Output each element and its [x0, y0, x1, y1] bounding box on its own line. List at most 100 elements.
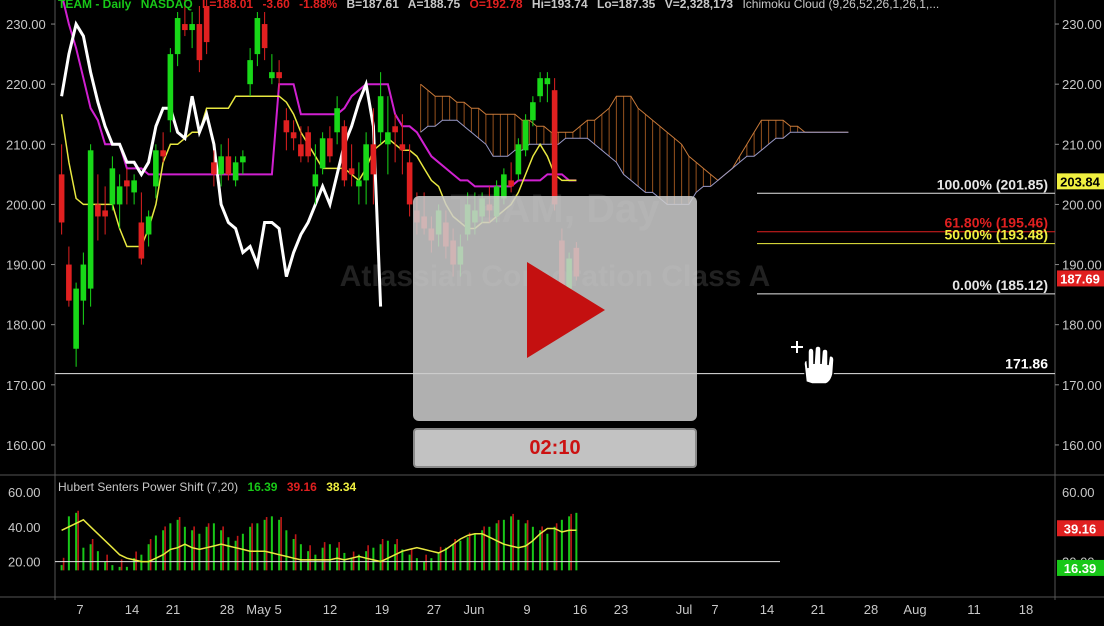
indicator-header: Hubert Senters Power Shift (7,20) 16.39 …	[58, 480, 362, 494]
date-tick-label: May 5	[246, 602, 281, 617]
date-tick-label: Jun	[464, 602, 485, 617]
date-tick-label: 27	[427, 602, 441, 617]
date-tick-label: 9	[523, 602, 530, 617]
change-value: -3.60	[262, 0, 290, 11]
video-timer: 02:10	[413, 428, 697, 468]
price-tag-label: 187.69	[1060, 271, 1100, 286]
candle-body	[530, 102, 536, 121]
fib-label: 50.00% (193.48)	[944, 227, 1048, 243]
ask-price: A=188.75	[407, 0, 461, 11]
candle-body	[501, 174, 507, 199]
date-tick-label: 28	[864, 602, 878, 617]
last-price: L=188.01	[202, 0, 254, 11]
bid-price: B=187.61	[346, 0, 399, 11]
symbol-label: TEAM - Daily	[58, 0, 132, 11]
date-tick-label: 14	[760, 602, 774, 617]
candle-body	[254, 18, 261, 55]
candle-body	[109, 168, 116, 205]
candle-body	[312, 174, 319, 187]
date-tick-label: 28	[220, 602, 234, 617]
candle-body	[551, 90, 558, 205]
candle-body	[153, 150, 159, 187]
candle-body	[319, 138, 326, 169]
price-tick-label-left: 210.00	[6, 137, 46, 152]
candle-body	[225, 156, 232, 175]
candle-body	[196, 24, 203, 61]
date-tick-label: 23	[614, 602, 628, 617]
date-tick-label: 18	[1019, 602, 1033, 617]
indicator-tick-left: 40.00	[8, 520, 41, 535]
volume: V=2,328,173	[664, 0, 734, 11]
study-label: Ichimoku Cloud (9,26,52,26,1,26,1,...	[742, 0, 940, 11]
candle-body	[261, 24, 268, 49]
chart-window: 230.00 230.00 220.00 220.00 210.00 210.00 200.…	[0, 0, 1104, 621]
date-tick-label: 14	[125, 602, 139, 617]
price-tick-label-left: 200.00	[6, 197, 46, 212]
candle-body	[131, 180, 137, 193]
low-price: Lo=187.35	[596, 0, 656, 11]
fib-label: 0.00% (185.12)	[952, 277, 1048, 293]
candle-body	[247, 60, 253, 85]
candle-body	[95, 204, 101, 217]
price-tick-label-left: 220.00	[6, 77, 46, 92]
price-tick-label-right: 200.00	[1062, 197, 1102, 212]
price-tick-label-left: 180.00	[6, 318, 46, 333]
candle-body	[341, 126, 348, 181]
candle-body	[377, 96, 384, 133]
indicator-tick-left: 60.00	[8, 485, 41, 500]
price-tick-label-right: 190.00	[1062, 258, 1102, 273]
candle-body	[399, 144, 406, 151]
candle-body	[305, 132, 311, 157]
candle-body	[327, 138, 333, 157]
support-label: 171.86	[1005, 356, 1048, 372]
price-tick-label-right: 220.00	[1062, 77, 1102, 92]
candle-body	[203, 6, 210, 43]
price-tick-label-left: 170.00	[6, 378, 46, 393]
hand-cursor-icon	[791, 341, 835, 385]
candle-body	[356, 180, 362, 187]
candle-body	[66, 264, 72, 301]
play-icon[interactable]	[527, 262, 605, 358]
candle-body	[145, 216, 152, 235]
candle-body	[363, 144, 369, 181]
candle-body	[522, 120, 529, 151]
price-tick-label-right: 230.00	[1062, 17, 1102, 32]
indicator-title: Hubert Senters Power Shift (7,20)	[58, 480, 239, 494]
candle-body	[218, 156, 224, 175]
price-tag-label: 203.84	[1060, 174, 1101, 189]
indicator-tag-label: 39.16	[1064, 521, 1097, 536]
candle-body	[87, 150, 94, 289]
candle-body	[406, 162, 413, 205]
candle-body	[80, 264, 87, 301]
candle-body	[508, 180, 514, 187]
change-percent: -1.88%	[299, 0, 338, 11]
date-tick-label: Aug	[903, 602, 926, 617]
candle-body	[276, 72, 282, 79]
date-tick-label: 11	[967, 602, 981, 617]
price-tick-label-left: 190.00	[6, 258, 46, 273]
indicator-value-3: 38.34	[326, 480, 357, 494]
candle-body	[116, 186, 123, 205]
candle-body	[283, 120, 290, 133]
candle-body	[240, 156, 246, 163]
indicator-tag-label: 16.39	[1064, 561, 1097, 576]
indicator-tick-right: 60.00	[1062, 485, 1095, 500]
candle-body	[544, 78, 551, 85]
indicator-value-2: 39.16	[286, 480, 317, 494]
candle-body	[138, 222, 145, 259]
candle-body	[515, 144, 522, 175]
candle-body	[189, 24, 195, 31]
candle-body	[102, 210, 108, 217]
indicator-tick-left: 20.00	[8, 555, 41, 570]
candle-body	[269, 72, 275, 79]
candle-body	[124, 180, 130, 187]
price-tick-label-left: 160.00	[6, 438, 46, 453]
candle-body	[167, 54, 174, 121]
exchange-label: NASDAQ	[140, 0, 193, 11]
date-tick-label: 21	[811, 602, 825, 617]
candle-body	[160, 150, 166, 157]
candle-body	[298, 144, 304, 157]
date-tick-label: 7	[711, 602, 718, 617]
candle-body	[232, 162, 239, 181]
candle-body	[182, 24, 188, 31]
